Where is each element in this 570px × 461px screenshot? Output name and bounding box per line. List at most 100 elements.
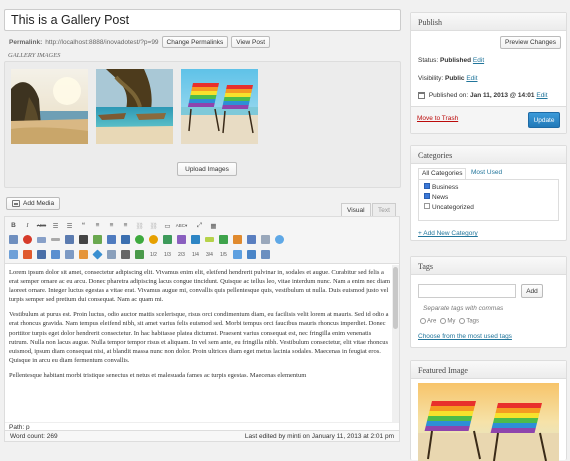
checkbox-checked-icon[interactable] xyxy=(424,183,430,190)
preview-changes-button[interactable]: Preview Changes xyxy=(500,36,561,49)
gallery-thumbnail-1[interactable] xyxy=(11,69,88,144)
tab-text[interactable]: Text xyxy=(372,203,396,216)
bold-button[interactable]: B xyxy=(8,220,19,231)
layout-icon[interactable] xyxy=(120,234,131,245)
tooltip-icon[interactable] xyxy=(246,249,257,260)
change-permalinks-button[interactable]: Change Permalinks xyxy=(161,36,229,48)
column-half-button[interactable]: 1/2 xyxy=(148,249,159,260)
numbered-list-icon[interactable]: ☰ xyxy=(64,220,75,231)
checkbox-checked-icon[interactable] xyxy=(424,193,430,200)
tab-visual[interactable]: Visual xyxy=(341,203,371,216)
gallery-thumbnail-3[interactable] xyxy=(181,69,258,144)
editor-scrollbar[interactable] xyxy=(392,265,399,422)
unlink-icon[interactable]: ⛓ xyxy=(148,220,159,231)
callout-icon[interactable] xyxy=(260,249,271,260)
category-item-uncategorized[interactable]: Uncategorized xyxy=(424,203,553,213)
tag-remove-icon[interactable] xyxy=(440,318,447,324)
checkbox-icon[interactable] xyxy=(424,203,430,210)
column-third-button[interactable]: 1/3 xyxy=(162,249,173,260)
map-icon[interactable] xyxy=(162,234,173,245)
list-icon[interactable] xyxy=(64,249,75,260)
highlight-icon[interactable] xyxy=(22,249,33,260)
align-center-icon[interactable]: ≡ xyxy=(106,220,117,231)
tag-remove-icon[interactable] xyxy=(459,318,466,324)
speech-bubble-icon[interactable] xyxy=(274,234,285,245)
button-icon[interactable] xyxy=(36,234,47,245)
gallery-images-label: GALLERY IMAGES xyxy=(8,52,61,59)
more-tag-icon[interactable]: ▭ xyxy=(162,220,173,231)
fullscreen-icon[interactable]: ⤢ xyxy=(194,220,205,231)
video-icon[interactable] xyxy=(78,234,89,245)
diamond-icon[interactable] xyxy=(92,249,103,260)
permalink-url[interactable]: http://localhost:8888/inovadotest/?p=99 xyxy=(45,39,158,46)
tag-remove-icon[interactable] xyxy=(420,318,426,324)
view-post-button[interactable]: View Post xyxy=(231,36,271,48)
gallery-thumbnail-2[interactable] xyxy=(96,69,173,144)
category-item-business[interactable]: Business xyxy=(424,183,553,193)
divider-icon[interactable] xyxy=(50,234,61,245)
column-fifth-button[interactable]: 1/5 xyxy=(218,249,229,260)
box-icon[interactable] xyxy=(78,249,89,260)
add-new-category-link[interactable]: + Add New Category xyxy=(418,230,478,237)
editor-content[interactable]: Lorem ipsum dolor sit amet, consectetur … xyxy=(9,268,391,420)
tag-input[interactable] xyxy=(418,284,516,298)
move-to-trash-link[interactable]: Move to Trash xyxy=(417,115,458,122)
choose-most-used-tags-link[interactable]: Choose from the most used tags xyxy=(418,333,512,340)
align-left-icon[interactable]: ≡ xyxy=(92,220,103,231)
upload-images-button[interactable]: Upload Images xyxy=(177,162,237,176)
visibility-edit-link[interactable]: Edit xyxy=(466,75,477,82)
tabs-icon[interactable] xyxy=(64,234,75,245)
tag-item-tags[interactable]: Tags xyxy=(459,318,479,325)
spellcheck-icon[interactable]: ABC▾ xyxy=(176,220,188,231)
strikethrough-button[interactable]: ABC xyxy=(36,220,47,231)
gallery-icon[interactable] xyxy=(92,234,103,245)
pen-icon[interactable] xyxy=(134,249,145,260)
panel-icon[interactable] xyxy=(106,249,117,260)
add-media-button[interactable]: Add Media xyxy=(6,197,61,210)
italic-button[interactable]: I xyxy=(22,220,33,231)
toggle-icon[interactable] xyxy=(148,234,159,245)
pricing-icon[interactable] xyxy=(190,234,201,245)
column-two-thirds-button[interactable]: 2/3 xyxy=(176,249,187,260)
add-media-label: Add Media xyxy=(23,200,55,207)
update-button[interactable]: Update xyxy=(528,112,560,128)
tag-item-are[interactable]: Are xyxy=(420,318,436,325)
slider-icon[interactable] xyxy=(232,249,243,260)
scrollbar-thumb[interactable] xyxy=(393,267,398,329)
align-right-icon[interactable]: ≡ xyxy=(120,220,131,231)
featured-image[interactable] xyxy=(418,383,559,461)
alert-icon[interactable] xyxy=(22,234,33,245)
green-circle-icon[interactable] xyxy=(134,234,145,245)
publish-panel-title[interactable]: Publish xyxy=(411,13,566,31)
tag-item-my[interactable]: My xyxy=(440,318,455,325)
category-item-news[interactable]: News xyxy=(424,193,553,203)
column-three-quarters-button[interactable]: 3/4 xyxy=(204,249,215,260)
progress-icon[interactable] xyxy=(204,234,215,245)
column-quarter-button[interactable]: 1/4 xyxy=(190,249,201,260)
tags-panel-title[interactable]: Tags xyxy=(411,257,566,275)
table-icon[interactable] xyxy=(260,234,271,245)
contact-icon[interactable] xyxy=(8,249,19,260)
visibility-row: Visibility: Public Edit xyxy=(418,75,478,82)
featured-image-panel-title[interactable]: Featured Image xyxy=(411,361,566,379)
kitchen-sink-icon[interactable]: ▦ xyxy=(208,220,219,231)
post-title-input[interactable]: This is a Gallery Post xyxy=(4,9,401,31)
code-icon[interactable] xyxy=(120,249,131,260)
person-icon[interactable] xyxy=(232,234,243,245)
add-tag-button[interactable]: Add xyxy=(521,284,543,298)
status-edit-link[interactable]: Edit xyxy=(473,57,484,64)
tab-all-categories[interactable]: All Categories xyxy=(418,168,467,179)
published-on-edit-link[interactable]: Edit xyxy=(536,92,547,99)
chart-icon[interactable] xyxy=(246,234,257,245)
columns-icon[interactable] xyxy=(106,234,117,245)
shortcode-box-icon[interactable] xyxy=(8,234,19,245)
link-icon[interactable]: ⛓ xyxy=(134,220,145,231)
grid-icon[interactable] xyxy=(50,249,61,260)
widget-icon[interactable] xyxy=(36,249,47,260)
tab-most-used[interactable]: Most Used xyxy=(471,169,502,176)
dollar-icon[interactable] xyxy=(218,234,229,245)
image-icon[interactable] xyxy=(176,234,187,245)
blockquote-icon[interactable]: “ xyxy=(78,220,89,231)
bullet-list-icon[interactable]: ☰ xyxy=(50,220,61,231)
categories-panel-title[interactable]: Categories xyxy=(411,146,566,164)
